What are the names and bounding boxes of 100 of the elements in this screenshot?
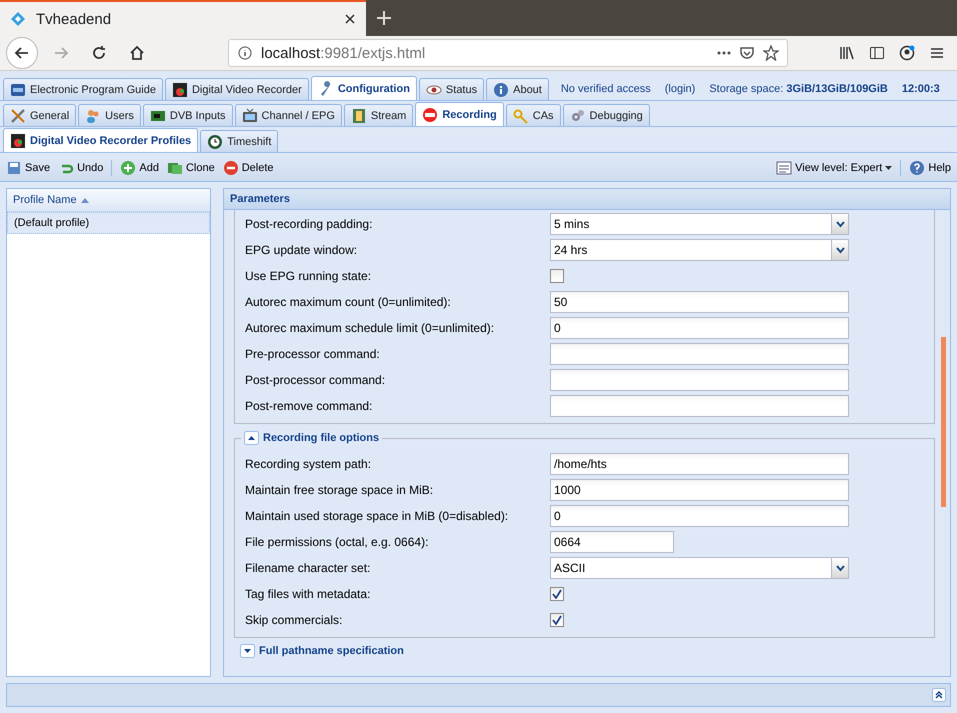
- main-tab[interactable]: About: [486, 78, 549, 100]
- collapse-icon: [244, 431, 259, 445]
- field-label: Maintain free storage space in MiB:: [245, 483, 434, 497]
- toolbar-button[interactable]: Delete: [222, 160, 274, 176]
- grid-row[interactable]: (Default profile): [7, 212, 210, 234]
- panel-title: Parameters: [224, 189, 950, 210]
- section-toggle[interactable]: Recording file options: [241, 431, 382, 445]
- config-tab[interactable]: Users: [78, 104, 141, 126]
- tools-icon: [10, 108, 26, 124]
- help-icon: [909, 160, 926, 176]
- scrollbar-thumb[interactable]: [941, 337, 946, 507]
- info-icon: [237, 45, 253, 61]
- checkbox[interactable]: [550, 587, 564, 601]
- users-icon: [85, 108, 102, 124]
- clock-icon: [207, 134, 224, 150]
- field-label: Autorec maximum schedule limit (0=unlimited):: [245, 321, 496, 335]
- config-tab[interactable]: Stream: [344, 104, 414, 126]
- chevron-down-icon: [836, 220, 844, 228]
- add-icon: [120, 160, 136, 176]
- column-header[interactable]: Profile Name: [7, 189, 210, 212]
- input-field[interactable]: [550, 369, 849, 391]
- field-label: Maintain used storage space in MiB (0=disabled):: [245, 509, 510, 523]
- toolbar-button[interactable]: Save: [6, 160, 50, 176]
- epg-icon: [10, 82, 26, 98]
- more-icon: [717, 51, 731, 55]
- main-tab[interactable]: Digital Video Recorder: [164, 78, 309, 100]
- field-label: Post-remove command:: [245, 399, 374, 413]
- main-tab[interactable]: Status: [418, 78, 484, 100]
- dropdown[interactable]: ASCII: [550, 557, 849, 579]
- reload-icon: [91, 45, 107, 61]
- field-label: Tag files with metadata:: [245, 587, 372, 601]
- sub-tab[interactable]: Digital Video Recorder Profiles: [3, 128, 198, 152]
- field-label: Recording system path:: [245, 457, 372, 471]
- input-field[interactable]: 50: [550, 291, 849, 313]
- info-icon: [493, 82, 510, 98]
- field-label: Skip commercials:: [245, 613, 344, 627]
- sub-tab[interactable]: Timeshift: [200, 130, 278, 152]
- back-button[interactable]: [6, 37, 38, 69]
- section-toggle[interactable]: Full pathname specification: [234, 642, 935, 660]
- login-link[interactable]: (login): [664, 83, 696, 95]
- list-icon: [776, 160, 792, 176]
- browser-tab[interactable]: Tvheadend: [0, 0, 366, 36]
- field-label: Pre-processor command:: [245, 347, 381, 361]
- diamond-logo-icon: [10, 11, 26, 27]
- input-field[interactable]: 0: [550, 505, 849, 527]
- sort-up-icon: [80, 198, 89, 202]
- checkbox[interactable]: [550, 269, 564, 283]
- home-icon: [129, 45, 145, 61]
- arrow-right-icon: [53, 45, 69, 61]
- field-label: EPG update window:: [245, 243, 358, 257]
- pocket-icon: [739, 45, 755, 61]
- input-field[interactable]: 0: [550, 317, 849, 339]
- clone-icon: [166, 160, 183, 176]
- library-icon: [839, 45, 855, 61]
- storage-space: Storage space: 3GiB/13GiB/109GiB: [709, 83, 888, 95]
- chevron-down-icon: [836, 246, 844, 254]
- tv-icon: [242, 108, 258, 124]
- caret-down-icon: [885, 166, 892, 170]
- chevron-down-icon: [836, 564, 844, 572]
- config-tab[interactable]: DVB Inputs: [142, 104, 233, 126]
- config-tab[interactable]: CAs: [506, 104, 561, 126]
- input-field[interactable]: 1000: [550, 479, 849, 501]
- field-label: Autorec maximum count (0=unlimited):: [245, 295, 452, 309]
- input-field[interactable]: [550, 343, 849, 365]
- main-tab[interactable]: Electronic Program Guide: [3, 78, 163, 100]
- access-status: No verified access: [560, 83, 651, 95]
- recorder-icon: [10, 132, 26, 148]
- double-up-icon: [932, 688, 946, 702]
- checkbox[interactable]: [550, 613, 564, 627]
- sidebar-icon: [869, 45, 885, 61]
- dropdown[interactable]: 24 hrs: [550, 239, 849, 261]
- view-level-dropdown[interactable]: View level: Expert: [776, 160, 892, 176]
- star-icon: [763, 45, 779, 61]
- recorder-icon: [172, 82, 188, 98]
- field-label: Filename character set:: [245, 561, 372, 575]
- config-tab[interactable]: Debugging: [562, 104, 650, 126]
- check-icon: [552, 615, 562, 625]
- main-tab[interactable]: Configuration: [310, 76, 417, 100]
- delete-icon: [222, 160, 239, 176]
- dropdown[interactable]: 5 mins: [550, 213, 849, 235]
- input-field[interactable]: [550, 395, 849, 417]
- field-label: Post-recording padding:: [245, 217, 374, 231]
- config-tab[interactable]: General: [3, 104, 76, 126]
- close-icon: [344, 13, 356, 25]
- expand-icon: [240, 644, 255, 658]
- toolbar-button[interactable]: Clone: [166, 160, 215, 176]
- menu-icon: [929, 45, 945, 61]
- config-tab[interactable]: Recording: [415, 102, 504, 126]
- toolbar-button[interactable]: Add: [120, 160, 159, 176]
- input-field[interactable]: 0664: [550, 531, 674, 553]
- clock-time: 12:00:3: [902, 83, 940, 95]
- address-bar[interactable]: localhost:9981/extjs.html: [228, 39, 788, 67]
- help-button[interactable]: Help: [909, 160, 951, 176]
- tab-title: Tvheadend: [36, 10, 112, 28]
- plus-icon: [376, 10, 392, 26]
- check-icon: [552, 589, 562, 599]
- account-icon: [899, 45, 915, 61]
- toolbar-button[interactable]: Undo: [58, 160, 104, 176]
- config-tab[interactable]: Channel / EPG: [234, 104, 342, 126]
- input-field[interactable]: /home/hts: [550, 453, 849, 475]
